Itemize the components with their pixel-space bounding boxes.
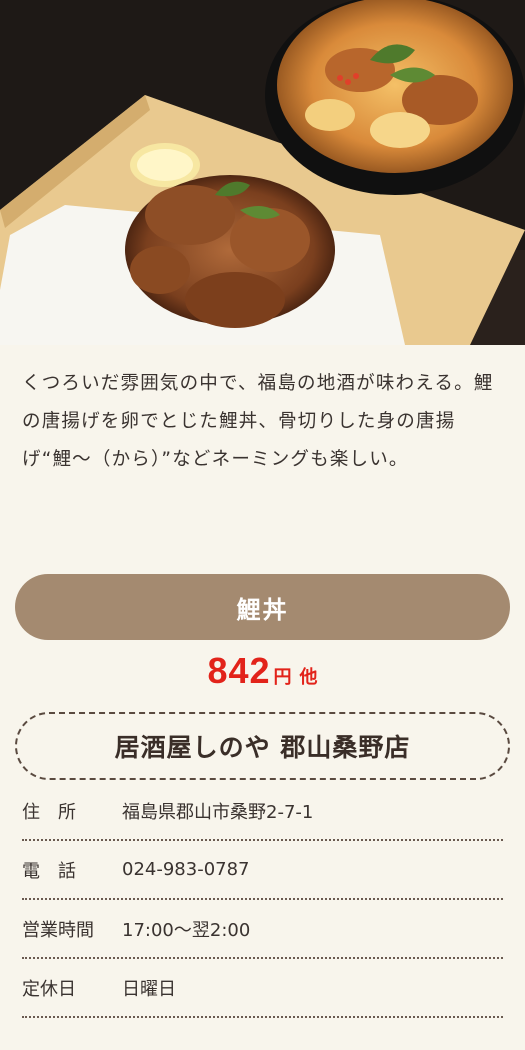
info-row-phone: 電 話 024-983-0787 — [22, 841, 503, 900]
address-value: 福島県郡山市桑野2-7-1 — [122, 801, 314, 823]
hours-value: 17:00～翌2:00 — [122, 919, 251, 941]
phone-label: 電 話 — [22, 860, 76, 882]
hours-label: 営業時間 — [22, 919, 94, 941]
closed-value: 日曜日 — [122, 978, 176, 1000]
info-row-address: 住 所 福島県郡山市桑野2-7-1 — [22, 782, 503, 841]
closed-label: 定休日 — [22, 978, 76, 1000]
dish-name-button[interactable]: 鯉丼 — [15, 574, 510, 640]
price-suffix: 他 — [299, 667, 318, 688]
info-row-hours: 営業時間 17:00～翌2:00 — [22, 900, 503, 959]
info-row-closed: 定休日 日曜日 — [22, 959, 503, 1018]
shop-name: 居酒屋しのや 郡山桑野店 — [15, 712, 510, 780]
shop-info-list: 住 所 福島県郡山市桑野2-7-1 電 話 024-983-0787 営業時間 … — [22, 782, 503, 1018]
shop-description: くつろいだ雰囲気の中で、福島の地酒が味わえる。鯉の唐揚げを卵でとじた鯉丼、骨切り… — [22, 373, 494, 470]
price-unit: 円 — [273, 667, 292, 688]
address-label: 住 所 — [22, 801, 76, 823]
price: 842 円他 — [0, 650, 525, 692]
price-value: 842 — [207, 650, 271, 691]
food-photo — [0, 0, 525, 345]
phone-value[interactable]: 024-983-0787 — [122, 859, 250, 880]
